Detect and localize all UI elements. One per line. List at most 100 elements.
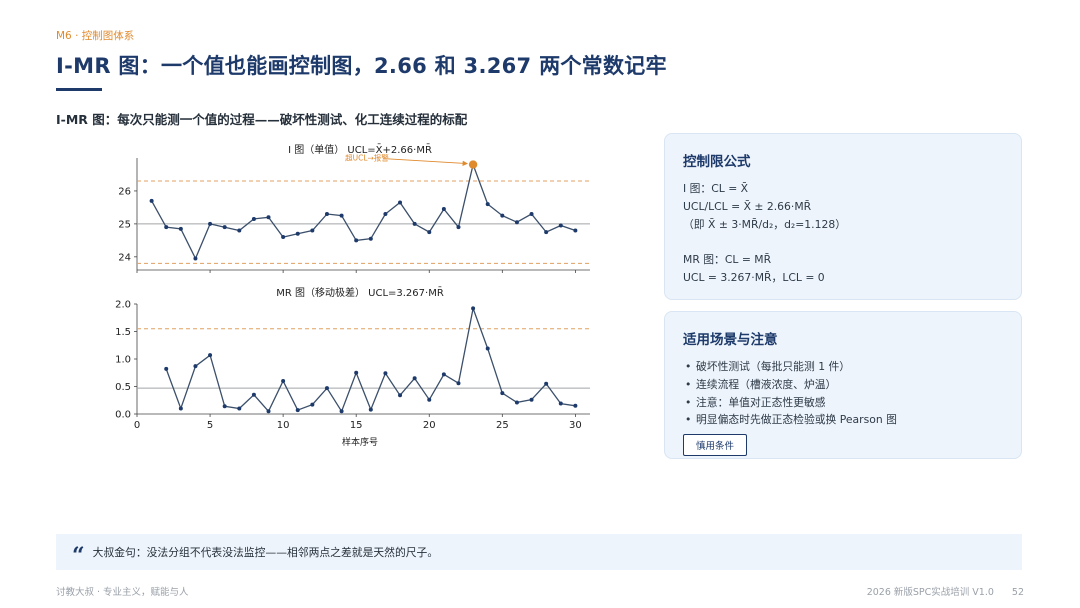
usage-card: 适用场景与注意 破坏性测试（每批只能测 1 件） 连续流程（槽液浓度、炉温） 注… bbox=[664, 311, 1022, 459]
quote-bar: “ 大叔金句：没法分组不代表没法监控——相邻两点之差就是天然的尺子。 bbox=[56, 534, 1022, 570]
data-point bbox=[354, 238, 359, 243]
data-point bbox=[500, 391, 505, 396]
x-tick-label: 15 bbox=[350, 420, 363, 431]
data-point bbox=[222, 225, 227, 230]
data-point bbox=[485, 202, 490, 207]
data-point bbox=[573, 403, 578, 408]
x-tick-label: 20 bbox=[423, 420, 436, 431]
imr-chart-area: I 图（单值） UCL=X̄+2.66·MR̄ 24 25 26 超UCL→报警 MR… bbox=[90, 138, 610, 458]
data-point bbox=[149, 198, 154, 203]
data-point bbox=[339, 409, 344, 414]
data-point bbox=[324, 212, 329, 216]
x-tick-label: 25 bbox=[496, 420, 509, 431]
data-point bbox=[558, 223, 563, 228]
data-point bbox=[310, 228, 315, 233]
data-point bbox=[412, 221, 417, 226]
caution-conditions-button[interactable]: 慎用条件 bbox=[683, 434, 748, 457]
data-point bbox=[295, 231, 300, 236]
footer-brand: 讨教大叔 · 专业主义，赋能与人 bbox=[56, 587, 189, 598]
data-point bbox=[456, 381, 461, 386]
x-tick-label: 10 bbox=[277, 420, 290, 431]
quote-text: 大叔金句：没法分组不代表没法监控——相邻两点之差就是天然的尺子。 bbox=[92, 546, 439, 559]
formula-line: UCL = 3.267·MR̄，LCL = 0 bbox=[683, 270, 825, 284]
alarm-arrow bbox=[383, 158, 468, 167]
data-point bbox=[514, 400, 519, 405]
y-tick-label: 1.0 bbox=[115, 355, 131, 366]
y-tick-label: 1.5 bbox=[115, 327, 131, 338]
data-point bbox=[544, 381, 549, 386]
footer-course: 2026 新版SPC实战培训 V1.0 bbox=[866, 587, 994, 598]
data-point bbox=[427, 230, 432, 235]
data-point bbox=[208, 221, 213, 226]
data-point bbox=[178, 406, 183, 411]
usage-item: 连续流程（槽液浓度、炉温） bbox=[683, 376, 1003, 394]
data-point bbox=[266, 215, 271, 220]
mr-x-axis-label: 样本序号 bbox=[342, 436, 378, 448]
mr-chart-title: MR 图（移动极差） UCL=3.267·MR̄ bbox=[276, 286, 444, 299]
data-point bbox=[178, 226, 183, 231]
x-tick-label: 5 bbox=[207, 420, 213, 431]
data-point bbox=[383, 371, 388, 376]
data-point bbox=[383, 212, 388, 216]
formula-line: MR 图：CL = MR̄ bbox=[683, 253, 772, 267]
y-tick-label: 25 bbox=[118, 219, 131, 230]
data-point bbox=[529, 397, 534, 402]
section-tag: M6 · 控制图体系 bbox=[56, 30, 135, 42]
data-point bbox=[529, 212, 534, 216]
data-point bbox=[164, 225, 169, 230]
data-point bbox=[208, 353, 213, 358]
data-point bbox=[354, 370, 359, 375]
data-point bbox=[441, 207, 446, 212]
data-point bbox=[558, 401, 563, 406]
y-tick-label: 26 bbox=[118, 186, 131, 197]
data-point bbox=[441, 372, 446, 377]
y-tick-label: 24 bbox=[118, 252, 131, 263]
data-point bbox=[514, 220, 519, 225]
usage-list: 破坏性测试（每批只能测 1 件） 连续流程（槽液浓度、炉温） 注意：单值对正态性… bbox=[683, 358, 1003, 429]
mr-chart: 0.0 0.5 1.0 1.5 2.0 0 5 10 15 20 25 30 bbox=[115, 300, 590, 431]
data-point bbox=[573, 228, 578, 233]
data-point bbox=[237, 228, 242, 233]
data-point bbox=[471, 306, 476, 311]
i-chart: 24 25 26 超UCL→报警 bbox=[118, 153, 590, 273]
data-point bbox=[281, 235, 286, 240]
data-point bbox=[456, 225, 461, 230]
data-point bbox=[368, 407, 373, 412]
quote-icon: “ bbox=[72, 543, 85, 569]
imr-chart: I 图（单值） UCL=X̄+2.66·MR̄ 242526超UCL→报警 MR… bbox=[115, 143, 590, 448]
data-point bbox=[398, 393, 403, 398]
data-point bbox=[310, 402, 315, 407]
data-point bbox=[427, 397, 432, 402]
data-point bbox=[485, 346, 490, 351]
data-point bbox=[544, 230, 549, 235]
x-tick-label: 0 bbox=[134, 420, 140, 431]
formula-line: （即 X̄ ± 3·MR̄/d₂，d₂=1.128） bbox=[683, 217, 847, 231]
page-subtitle: I-MR 图：每次只能测一个值的过程——破坏性测试、化工连续过程的标配 bbox=[56, 112, 468, 127]
usage-item: 明显偏态时先做正态检验或换 Pearson 图 bbox=[683, 411, 1003, 429]
alarm-annotation: 超UCL→报警 bbox=[345, 153, 389, 163]
data-point bbox=[295, 408, 300, 413]
formula-line: UCL/LCL = X̄ ± 2.66·MR̄ bbox=[683, 199, 812, 213]
x-tick-label: 30 bbox=[569, 420, 582, 431]
data-point bbox=[324, 386, 329, 391]
alarm-point bbox=[468, 160, 478, 169]
data-point bbox=[237, 406, 242, 411]
usage-card-title: 适用场景与注意 bbox=[683, 332, 778, 348]
page-title: I-MR 图：一个值也能画控制图，2.66 和 3.267 两个常数记牢 bbox=[56, 54, 667, 78]
y-tick-label: 2.0 bbox=[115, 300, 131, 311]
data-point bbox=[251, 216, 256, 221]
data-point bbox=[412, 376, 417, 381]
data-point bbox=[222, 404, 227, 409]
formula-gap bbox=[683, 233, 1003, 251]
data-point bbox=[500, 213, 505, 218]
data-point bbox=[398, 200, 403, 205]
data-point bbox=[193, 364, 198, 369]
data-point bbox=[193, 256, 198, 261]
formula-line: I 图：CL = X̄ bbox=[683, 182, 749, 195]
data-point bbox=[164, 366, 169, 371]
series-line bbox=[165, 305, 576, 413]
usage-item: 注意：单值对正态性更敏感 bbox=[683, 394, 1003, 412]
formula-card: 控制限公式 I 图：CL = X̄ UCL/LCL = X̄ ± 2.66·MR… bbox=[664, 133, 1022, 300]
data-point bbox=[281, 379, 286, 383]
title-underline bbox=[56, 88, 102, 91]
